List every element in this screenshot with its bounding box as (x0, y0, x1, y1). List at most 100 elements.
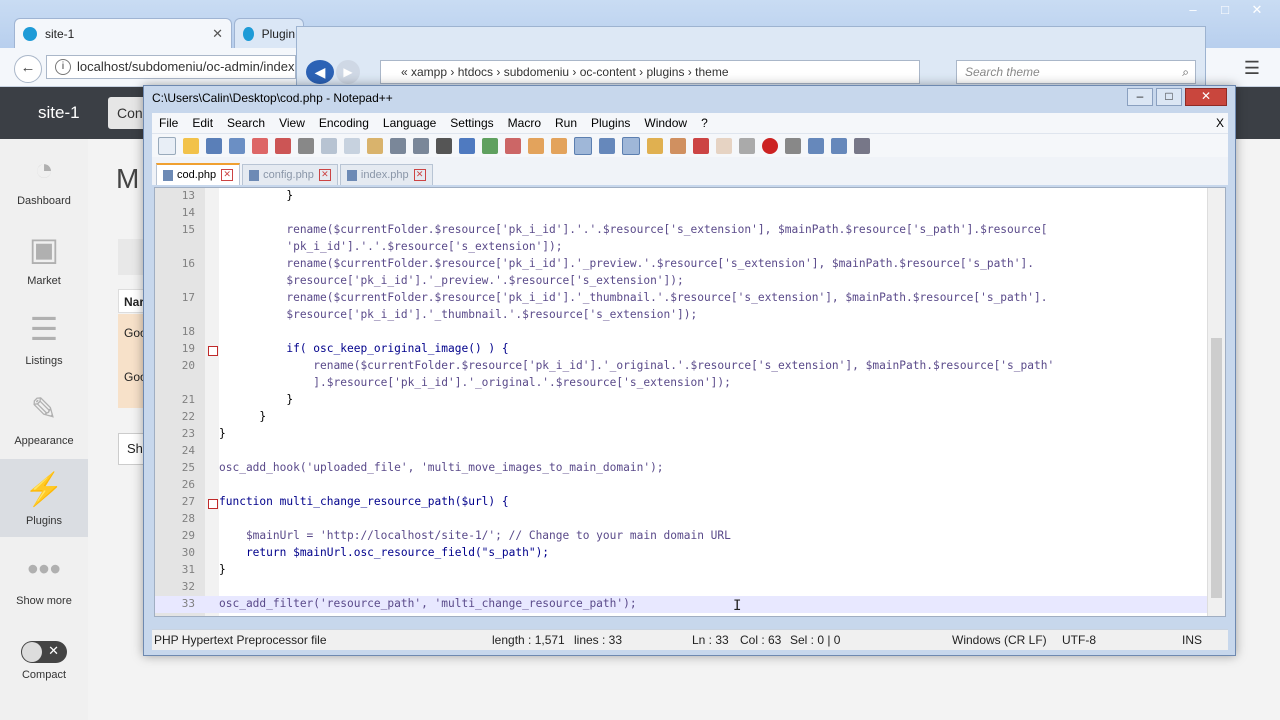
sidebar-item-show-more[interactable]: ••• Show more (0, 539, 88, 617)
code-line[interactable]: rename($currentFolder.$resource['pk_i_id… (219, 291, 1047, 304)
code-line[interactable]: return $mainUrl.osc_resource_field("s_pa… (219, 546, 549, 559)
code-line[interactable]: function multi_change_resource_path($url… (219, 495, 509, 508)
udl-icon[interactable] (647, 137, 663, 154)
admin-header-button[interactable]: Con (108, 97, 148, 129)
back-arrow-icon[interactable]: ◀ (306, 60, 334, 84)
sync-horizontal-icon[interactable] (551, 137, 567, 154)
menu-settings[interactable]: Settings (443, 116, 500, 130)
word-wrap-icon[interactable] (574, 136, 592, 155)
save-all-icon[interactable] (229, 137, 245, 154)
menu-window[interactable]: Window (637, 116, 694, 130)
function-list-icon[interactable] (693, 137, 709, 154)
code-line[interactable]: } (219, 427, 226, 440)
file-tab-cod-php[interactable]: cod.php ✕ (156, 163, 241, 185)
new-file-icon[interactable] (158, 136, 176, 155)
site-name[interactable]: site-1 (38, 103, 80, 123)
explorer-address-bar[interactable]: « xampp › htdocs › subdomeniu › oc-conte… (380, 60, 920, 84)
play-macro-icon[interactable] (808, 137, 824, 154)
menu-help[interactable]: ? (694, 116, 715, 130)
code-line[interactable]: } (219, 563, 226, 576)
close-tab-icon[interactable]: ✕ (221, 169, 234, 181)
code-line[interactable]: $mainUrl = 'http://localhost/site-1/'; /… (219, 529, 731, 542)
menu-icon[interactable]: ☰ (1244, 58, 1260, 79)
browser-tab-site-1[interactable]: site-1 ✕ (14, 18, 232, 48)
menu-language[interactable]: Language (376, 116, 443, 130)
sidebar-item-appearance[interactable]: ✎ Appearance (0, 379, 88, 457)
file-tab-index-php[interactable]: index.php ✕ (339, 164, 433, 185)
code-line[interactable]: $resource['pk_i_id'].'_preview.'.$resour… (219, 274, 683, 287)
maximize-icon[interactable]: □ (1210, 2, 1240, 20)
close-tab-icon[interactable]: ✕ (318, 169, 331, 181)
sidebar-item-compact[interactable]: ✕ Compact (0, 629, 88, 707)
sync-vertical-icon[interactable] (528, 137, 544, 154)
undo-icon[interactable] (390, 137, 406, 154)
open-file-icon[interactable] (183, 137, 199, 154)
close-window-icon[interactable]: ✕ (1242, 2, 1272, 20)
code-line[interactable]: $resource['pk_i_id'].'_thumbnail.'.$reso… (219, 308, 697, 321)
code-line[interactable]: } (219, 393, 293, 406)
close-file-icon[interactable] (252, 137, 268, 154)
fold-toggle-icon[interactable] (208, 346, 218, 356)
minimize-icon[interactable]: – (1178, 2, 1208, 20)
forward-arrow-icon[interactable]: ▶ (336, 60, 360, 84)
zoom-out-icon[interactable] (505, 137, 521, 154)
code-line[interactable]: ].$resource['pk_i_id'].'_original.'.$res… (219, 376, 731, 389)
code-line[interactable]: 'pk_i_id'].'.'.$resource['s_extension'])… (219, 240, 562, 253)
code-line[interactable]: if( osc_keep_original_image() ) { (219, 342, 508, 355)
close-tab-icon[interactable]: ✕ (413, 169, 426, 181)
close-all-icon[interactable] (275, 137, 291, 154)
menu-encoding[interactable]: Encoding (312, 116, 376, 130)
indent-guide-icon[interactable] (622, 136, 640, 155)
sidebar-item-market[interactable]: ▣ Market (0, 219, 88, 297)
menu-run[interactable]: Run (548, 116, 584, 130)
minimize-icon[interactable]: – (1127, 88, 1153, 106)
menu-plugins[interactable]: Plugins (584, 116, 637, 130)
cut-icon[interactable] (321, 137, 337, 154)
menu-search[interactable]: Search (220, 116, 272, 130)
code-line[interactable]: osc_add_hook('uploaded_file', 'multi_mov… (219, 461, 664, 474)
folder-workspace-icon[interactable] (716, 137, 732, 154)
fold-toggle-icon[interactable] (208, 499, 218, 509)
print-icon[interactable] (298, 137, 314, 154)
run-macro-multiple-icon[interactable] (831, 137, 847, 154)
stop-macro-icon[interactable] (785, 137, 801, 154)
find-icon[interactable] (436, 137, 452, 154)
code-line[interactable]: } (219, 410, 266, 423)
paste-icon[interactable] (367, 137, 383, 154)
notepadpp-titlebar[interactable]: C:\Users\Calin\Desktop\cod.php - Notepad… (144, 86, 1235, 110)
close-document-icon[interactable]: X (1209, 116, 1228, 130)
code-line[interactable]: rename($currentFolder.$resource['pk_i_id… (219, 359, 1054, 372)
show-all-chars-icon[interactable] (599, 137, 615, 154)
close-window-icon[interactable]: ✕ (1185, 88, 1227, 106)
sidebar-item-listings[interactable]: ☰ Listings (0, 299, 88, 377)
toggle-icon[interactable]: ✕ (21, 641, 67, 663)
menu-file[interactable]: File (152, 116, 185, 130)
file-tab-config-php[interactable]: config.php ✕ (242, 164, 338, 185)
maximize-icon[interactable]: □ (1156, 88, 1182, 106)
menu-macro[interactable]: Macro (501, 116, 548, 130)
explorer-search-input[interactable]: Search theme ⌕ (956, 60, 1196, 84)
code-line[interactable]: } (219, 189, 293, 202)
replace-icon[interactable] (459, 137, 475, 154)
address-bar[interactable]: i localhost/subdomeniu/oc-admin/index.p (46, 55, 296, 79)
redo-icon[interactable] (413, 137, 429, 154)
sidebar-item-dashboard[interactable]: ◔ Dashboard (0, 139, 88, 217)
close-tab-icon[interactable]: ✕ (212, 26, 223, 42)
code-line[interactable]: rename($currentFolder.$resource['pk_i_id… (219, 257, 1034, 270)
doc-map-icon[interactable] (670, 137, 686, 154)
menu-edit[interactable]: Edit (185, 116, 220, 130)
save-icon[interactable] (206, 137, 222, 154)
vertical-scrollbar[interactable] (1207, 188, 1225, 616)
browser-tab-plugin[interactable]: Plugin (234, 18, 304, 48)
back-arrow-icon[interactable]: ← (14, 55, 42, 83)
code-editor[interactable]: 13 } 14 15 rename($currentFolder.$resource… (154, 187, 1226, 617)
monitoring-icon[interactable] (739, 137, 755, 154)
sidebar-item-plugins[interactable]: ⚡ Plugins (0, 459, 88, 537)
scrollbar-thumb[interactable] (1211, 338, 1222, 598)
copy-icon[interactable] (344, 137, 360, 154)
save-macro-icon[interactable] (854, 137, 870, 154)
record-macro-icon[interactable] (762, 137, 778, 154)
zoom-in-icon[interactable] (482, 137, 498, 154)
code-line[interactable]: rename($currentFolder.$resource['pk_i_id… (219, 223, 1047, 236)
code-line[interactable]: osc_add_filter('resource_path', 'multi_c… (219, 597, 637, 610)
